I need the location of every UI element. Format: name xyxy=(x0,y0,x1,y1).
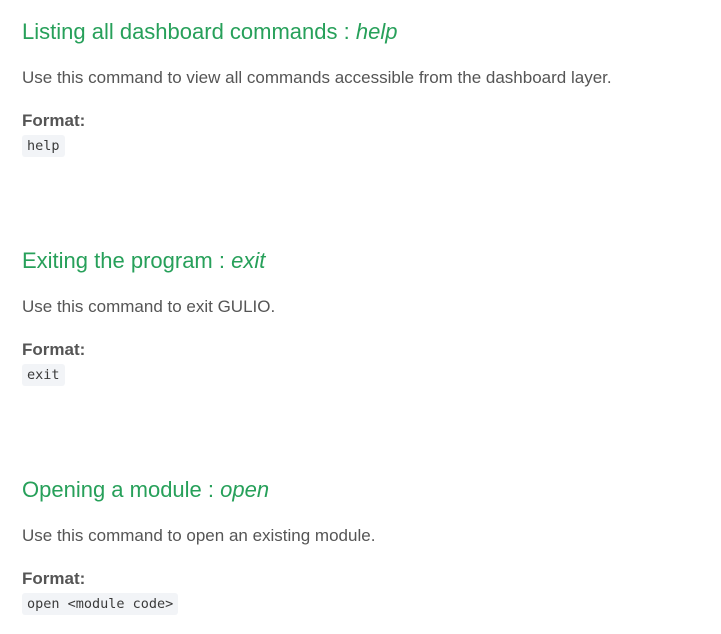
command-name: help xyxy=(355,19,398,44)
format-code: exit xyxy=(22,364,65,386)
open-command-section: Opening a module : open Use this command… xyxy=(22,475,702,615)
format-label: Format: xyxy=(22,569,86,588)
section-heading-text: Listing all dashboard commands : xyxy=(22,19,356,44)
section-heading: Opening a module : open xyxy=(22,475,702,505)
help-command-section: Listing all dashboard commands : help Us… xyxy=(22,17,702,157)
section-heading: Exiting the program : exit xyxy=(22,246,702,276)
command-name: open xyxy=(220,477,270,502)
command-description: Use this command to open an existing mod… xyxy=(22,526,376,545)
section-heading: Listing all dashboard commands : help xyxy=(22,17,702,47)
command-description: Use this command to exit GULIO. xyxy=(22,297,276,316)
format-label: Format: xyxy=(22,340,86,359)
command-description: Use this command to view all commands ac… xyxy=(22,68,612,87)
exit-command-section: Exiting the program : exit Use this comm… xyxy=(22,246,702,386)
command-name: exit xyxy=(231,248,266,273)
format-label: Format: xyxy=(22,111,86,130)
section-heading-text: Exiting the program : xyxy=(22,248,232,273)
format-code: help xyxy=(22,135,65,157)
section-heading-text: Opening a module : xyxy=(22,477,221,502)
format-code: open <module code> xyxy=(22,593,179,615)
